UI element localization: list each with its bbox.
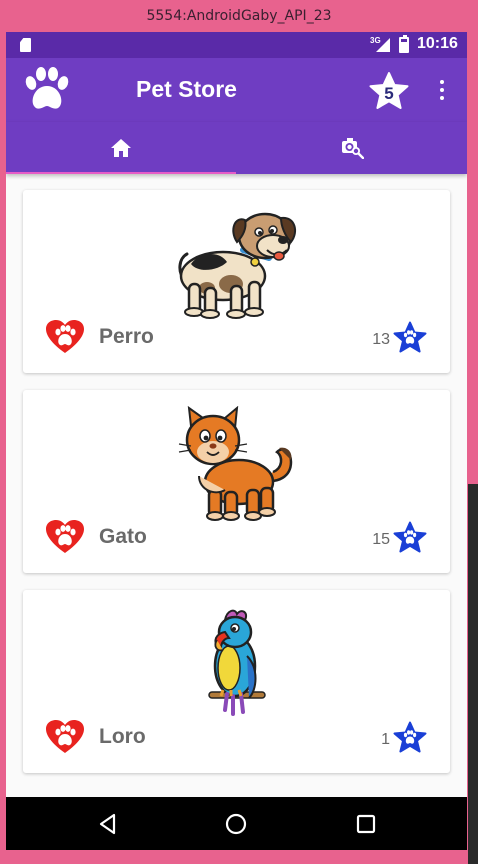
status-clock: 10:16 (417, 35, 458, 52)
like-star-icon[interactable] (393, 721, 427, 753)
photo-search-icon (342, 138, 364, 159)
home-nav-button[interactable] (222, 810, 250, 838)
recents-icon (356, 814, 376, 834)
rating-badge-number: 5 (384, 84, 393, 103)
overflow-menu-button[interactable] (434, 76, 450, 104)
menu-dot (440, 88, 444, 92)
like-count: 13 (372, 331, 390, 348)
navigation-bar (6, 797, 467, 850)
cat-illustration (178, 406, 293, 521)
dog-illustration (178, 212, 297, 319)
menu-dot (440, 96, 444, 100)
paw-logo-icon (25, 67, 69, 109)
favorite-heart-icon[interactable] (45, 519, 85, 555)
rating-star-button[interactable]: 5 (368, 71, 410, 111)
star-icon: 5 (369, 72, 409, 109)
like-count: 1 (381, 731, 390, 748)
pet-card-perro[interactable]: Perro 13 (23, 190, 450, 373)
recents-button[interactable] (352, 810, 380, 838)
sd-card-icon (20, 38, 31, 52)
tab-home[interactable] (6, 122, 236, 174)
pet-name: Perro (99, 325, 154, 348)
home-icon (111, 139, 131, 157)
pet-name: Gato (99, 525, 147, 548)
like-star-icon[interactable] (393, 321, 427, 353)
tab-bar (6, 122, 467, 174)
pet-card-gato[interactable]: Gato 15 (23, 390, 450, 573)
back-button[interactable] (94, 810, 122, 838)
favorite-heart-icon[interactable] (45, 319, 85, 355)
desktop-edge (468, 484, 478, 864)
app-title: Pet Store (136, 76, 237, 102)
menu-dot (440, 80, 444, 84)
status-bar: 3G 10:16 (6, 32, 467, 58)
favorite-heart-icon[interactable] (45, 719, 85, 755)
tab-photo-search[interactable] (237, 122, 467, 174)
pet-list[interactable]: Perro 13 Gato 15 Loro 1 (6, 174, 467, 797)
window-title: 5554:AndroidGaby_API_23 (146, 8, 332, 24)
back-icon (99, 813, 116, 835)
battery-icon (399, 35, 409, 53)
pet-name: Loro (99, 725, 146, 748)
home-circle-icon (225, 813, 247, 835)
like-star-icon[interactable] (393, 521, 427, 553)
like-count: 15 (372, 531, 390, 548)
emulator-frame: 5554:AndroidGaby_API_23 3G 10:16 Pet Sto… (0, 0, 478, 864)
device-screen: 3G 10:16 Pet Store 5 Perro 13 Gato 15 Lo… (6, 32, 467, 850)
app-bar: Pet Store 5 (6, 58, 467, 122)
pet-card-loro[interactable]: Loro 1 (23, 590, 450, 773)
parrot-illustration (208, 609, 266, 716)
network-type: 3G (370, 36, 381, 45)
